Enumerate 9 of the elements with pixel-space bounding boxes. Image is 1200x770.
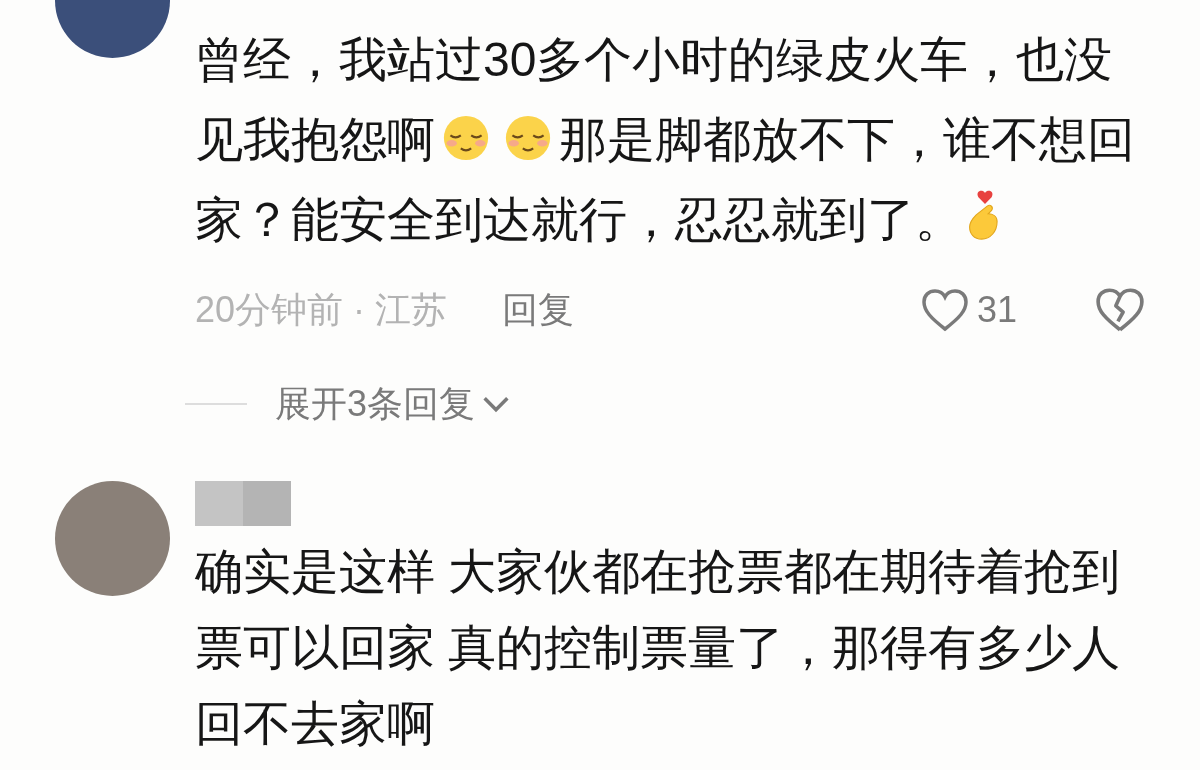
broken-heart-icon <box>1095 287 1145 333</box>
like-button[interactable]: 31 <box>920 283 1017 337</box>
comment-text: 确实是这样 大家伙都在抢票都在期待着抢到票可以回家 真的控制票量了，那得有多少人回不去家啊 <box>195 544 1122 752</box>
expand-replies-button[interactable]: 展开3条回复 <box>275 377 514 431</box>
dislike-button[interactable] <box>1095 287 1145 333</box>
heart-icon <box>920 288 969 332</box>
comment-text: 曾经，我站过30多个小时的绿皮火车，也没见我抱怨啊 那是脚都放不下，谁不想回家？能安全到达就行，忍忍就到了。 <box>195 32 1136 248</box>
reply-button[interactable]: 回复 <box>502 283 575 337</box>
comment-timestamp: 20分钟前 · 江苏 <box>195 288 448 332</box>
